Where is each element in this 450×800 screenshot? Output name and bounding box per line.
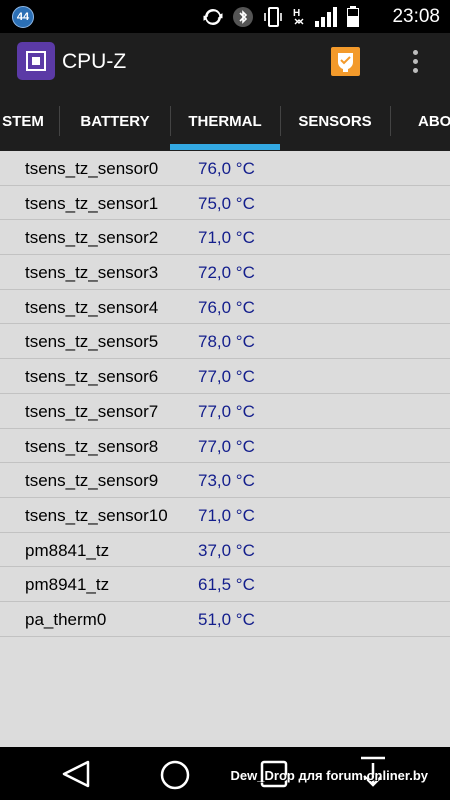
sensor-name: tsens_tz_sensor6 [25,367,159,387]
system-nav-bar: Dew_Drop для forum.onliner.by [0,747,450,800]
sensor-name: tsens_tz_sensor8 [25,436,159,456]
app-bar: CPU-Z [0,33,450,92]
status-time: 23:08 [392,6,440,27]
sensor-name: tsens_tz_sensor9 [25,471,159,491]
back-icon[interactable] [60,759,92,789]
sensor-value: 51,0 °C [198,609,255,629]
sensor-name: pa_therm0 [25,609,107,629]
sensor-name: tsens_tz_sensor5 [25,332,159,352]
sensor-name: tsens_tz_sensor0 [25,159,159,178]
list-item: pa_therm0 51,0 °C [0,602,450,637]
sensor-name: pm8841_tz [25,540,110,560]
vibrate-icon [264,7,282,27]
battery-icon [347,6,359,27]
app-title: CPU-Z [62,50,127,73]
tab-battery[interactable]: BATTERY [60,92,170,151]
sensor-name: tsens_tz_sensor2 [25,228,159,248]
bluetooth-icon [233,7,253,27]
sensor-name: tsens_tz_sensor3 [25,263,159,283]
validate-button[interactable] [331,47,360,76]
validate-icon [338,53,353,72]
sensor-name: tsens_tz_sensor1 [25,193,159,213]
list-item: tsens_tz_sensor2 71,0 °C [0,220,450,256]
list-item: tsens_tz_sensor5 78,0 °C [0,324,450,360]
tab-about[interactable]: ABO [418,92,450,151]
tab-sensors[interactable]: SENSORS [280,92,390,151]
list-item: tsens_tz_sensor9 73,0 °C [0,463,450,498]
list-item: pm8841_tz 37,0 °C [0,533,450,568]
svg-text:H: H [293,8,300,19]
sensor-name: tsens_tz_sensor7 [25,401,159,421]
thermal-list: tsens_tz_sensor0 76,0 °C tsens_tz_sensor1… [0,151,450,637]
sensor-value: 73,0 °C [198,471,255,491]
sensor-value: 77,0 °C [198,436,255,456]
sensor-value: 76,0 °C [198,297,255,317]
list-item: tsens_tz_sensor10 71,0 °C [0,498,450,533]
selected-tab-indicator [170,144,280,150]
list-item: tsens_tz_sensor1 75,0 °C [0,186,450,221]
hplus-network-icon: H [293,8,304,25]
signal-icon [315,7,337,27]
sensor-value: 71,0 °C [198,505,255,525]
overflow-menu-button[interactable] [407,47,423,77]
sensor-name: tsens_tz_sensor10 [25,505,168,525]
sensor-value: 77,0 °C [198,367,255,387]
tab-system[interactable]: STEM [0,92,58,151]
sensor-value: 61,5 °C [198,575,255,595]
tab-thermal[interactable]: THERMAL [170,92,280,151]
list-item: tsens_tz_sensor7 77,0 °C [0,394,450,429]
list-item: tsens_tz_sensor8 77,0 °C [0,429,450,464]
list-item: tsens_tz_sensor4 76,0 °C [0,290,450,325]
sync-icon [203,8,223,26]
sensor-value: 76,0 °C [198,159,255,178]
sensor-value: 37,0 °C [198,540,255,560]
list-item: tsens_tz_sensor6 77,0 °C [0,359,450,394]
list-item: tsens_tz_sensor3 72,0 °C [0,255,450,290]
sensor-value: 77,0 °C [198,401,255,421]
status-bar: 44 H 23:08 [0,0,450,33]
watermark-text: Dew_Drop для forum.onliner.by [230,768,428,783]
sensor-value: 71,0 °C [198,228,255,248]
home-icon[interactable] [159,759,191,791]
sensor-value: 72,0 °C [198,263,255,283]
list-item: tsens_tz_sensor0 76,0 °C [0,151,450,186]
sensor-value: 78,0 °C [198,332,255,352]
tab-divider [390,106,391,136]
notification-count-badge: 44 [12,6,34,28]
tab-bar: STEM BATTERY THERMAL SENSORS ABO [0,92,450,151]
list-item: pm8941_tz 61,5 °C [0,567,450,602]
sensor-value: 75,0 °C [198,193,255,213]
cpu-chip-icon [17,42,55,80]
sensor-name: tsens_tz_sensor4 [25,297,159,317]
sensor-name: pm8941_tz [25,575,110,595]
overflow-menu-icon [412,50,418,55]
status-icons: H [202,5,360,29]
